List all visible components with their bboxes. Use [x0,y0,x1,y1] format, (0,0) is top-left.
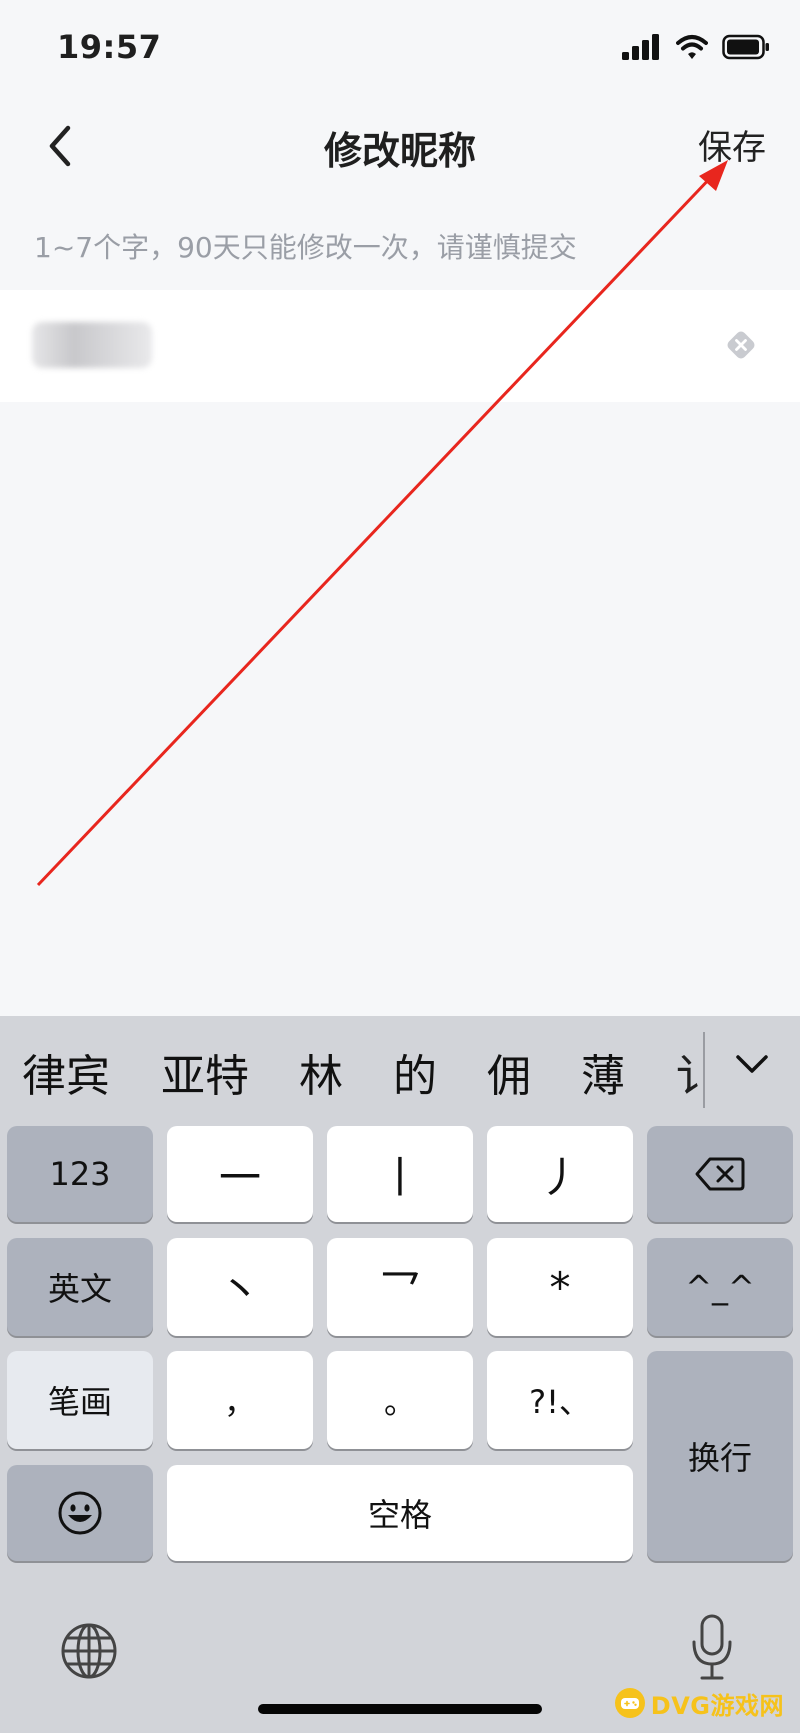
candidate-item[interactable]: 讠 [676,1040,702,1096]
microphone-icon [692,1614,732,1680]
keyboard: 律宾 亚特 林 的 佣 薄 讠 123 一 丨 丿 英文 丶 乛 * ^_^ 笔… [0,1016,800,1733]
emoji-key[interactable] [7,1465,153,1561]
backspace-key[interactable] [647,1126,793,1222]
status-bar: 19:57 [0,0,800,98]
punctuation-label: ?!、 [529,1383,591,1421]
page-title: 修改昵称 [323,129,476,173]
clear-icon [727,331,755,359]
space-label: 空格 [367,1496,432,1534]
space-key[interactable]: 空格 [167,1465,633,1561]
clear-button[interactable] [722,326,760,364]
stroke-dian-label: 丶 [218,1265,261,1315]
english-key-label: 英文 [47,1270,112,1308]
english-key[interactable]: 英文 [7,1238,153,1336]
status-time: 19:57 [57,28,162,66]
punctuation-key[interactable]: ?!、 [487,1351,633,1449]
watermark: DVG游戏网 [609,1683,790,1723]
candidate-divider [703,1032,705,1108]
candidate-item[interactable]: 薄 [581,1040,625,1104]
status-icons [622,34,770,60]
stroke-zhe-key[interactable]: 乛 [327,1238,473,1336]
home-indicator [258,1704,542,1714]
emoticon-key[interactable]: ^_^ [647,1238,793,1336]
expand-candidates-button[interactable] [728,1042,776,1086]
candidate-bar: 律宾 亚特 林 的 佣 薄 讠 [0,1016,800,1118]
microphone-button[interactable] [688,1612,736,1686]
stroke-heng-label: 一 [218,1152,261,1202]
blurred-nickname-value [32,322,152,368]
candidate-item[interactable]: 的 [393,1040,437,1104]
stroke-mode-key[interactable]: 笔画 [7,1351,153,1449]
candidate-item[interactable]: 律宾 [22,1040,110,1104]
newline-key[interactable]: 换行 [647,1351,793,1561]
nickname-hint: 1~7个字，90天只能修改一次，请谨慎提交 [34,231,577,264]
cellular-signal-icon [622,34,659,60]
save-button[interactable]: 保存 [698,120,766,169]
stroke-mode-label: 笔画 [47,1383,112,1421]
period-key[interactable]: 。 [327,1351,473,1449]
emoji-icon [58,1491,102,1535]
wildcard-label: * [549,1262,571,1312]
stroke-pie-key[interactable]: 丿 [487,1126,633,1222]
candidate-item[interactable]: 亚特 [161,1040,249,1104]
nav-bar: 修改昵称 保存 [0,98,800,196]
candidate-item[interactable]: 佣 [487,1040,531,1104]
comma-label: ， [223,1383,256,1421]
backspace-icon [695,1157,745,1191]
battery-icon [722,34,769,60]
stroke-shu-label: 丨 [378,1152,421,1202]
emoticon-label: ^_^ [685,1268,755,1306]
stroke-heng-key[interactable]: 一 [167,1126,313,1222]
stroke-dian-key[interactable]: 丶 [167,1238,313,1336]
gamepad-icon [614,1688,645,1718]
stroke-zhe-label: 乛 [378,1265,421,1315]
watermark-text: DVG游戏网 [650,1691,784,1720]
comma-key[interactable]: ， [167,1351,313,1449]
wildcard-key[interactable]: * [487,1238,633,1336]
period-label: 。 [383,1383,416,1421]
newline-label: 换行 [687,1439,752,1477]
numbers-key-label: 123 [49,1155,111,1193]
stroke-pie-label: 丿 [538,1152,581,1202]
stroke-shu-key[interactable]: 丨 [327,1126,473,1222]
candidate-item[interactable]: 林 [299,1040,343,1104]
wifi-icon [676,35,708,59]
nickname-input[interactable] [0,290,800,402]
chevron-down-icon [736,1055,768,1073]
globe-button[interactable] [56,1618,122,1684]
numbers-key[interactable]: 123 [7,1126,153,1222]
globe-icon [61,1623,117,1679]
